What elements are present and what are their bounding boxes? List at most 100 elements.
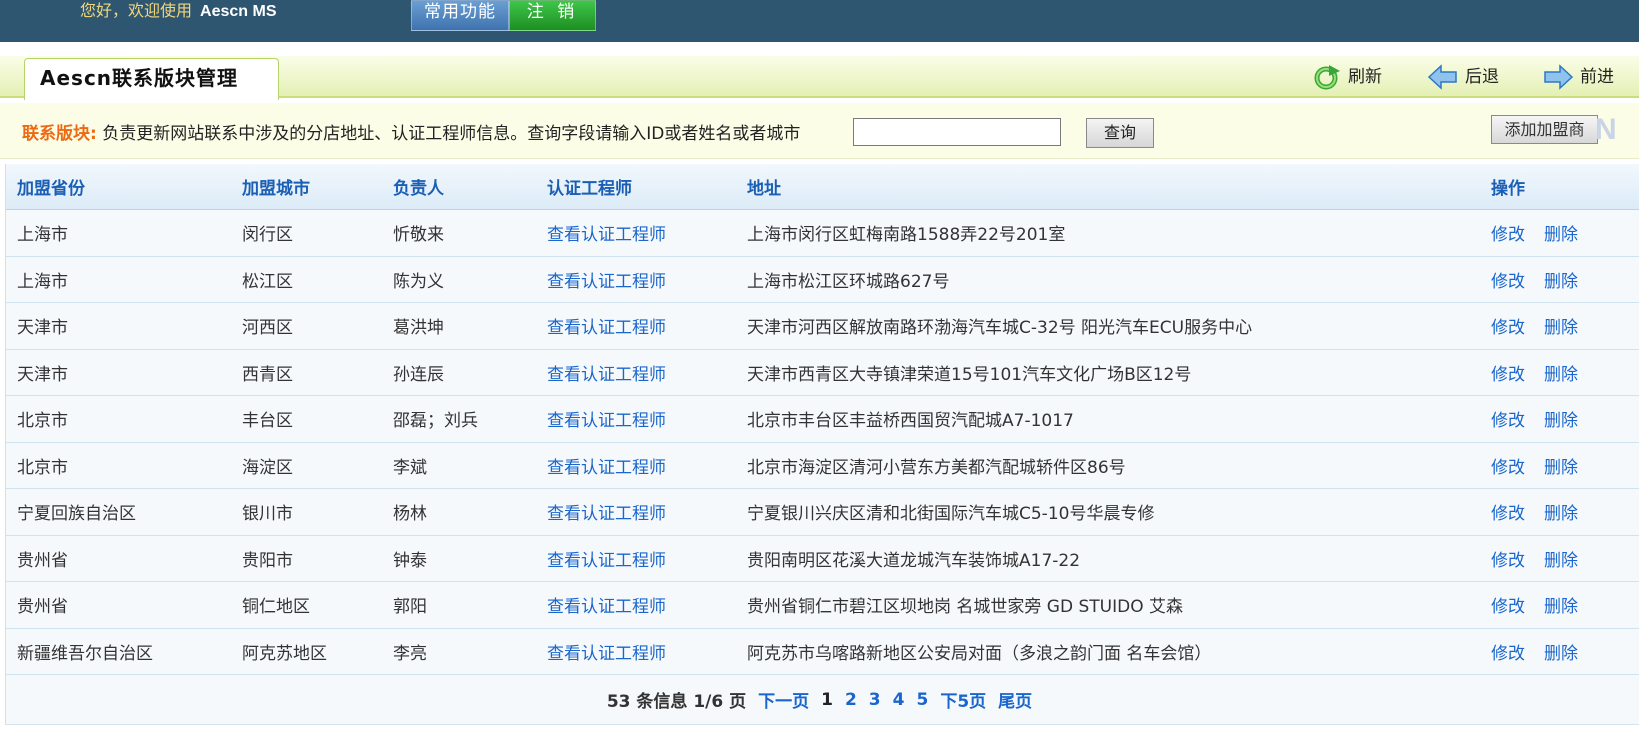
last-page-link[interactable]: 尾页 bbox=[998, 687, 1032, 712]
column-header-manager: 负责人 bbox=[393, 179, 444, 199]
next-5-pages-link[interactable]: 下5页 bbox=[940, 687, 986, 712]
cell-manager: 陈为义 bbox=[393, 271, 444, 292]
delete-link[interactable]: 删除 bbox=[1544, 639, 1578, 664]
cell-province: 上海市 bbox=[17, 225, 68, 246]
delete-link[interactable]: 删除 bbox=[1544, 453, 1578, 478]
row-actions: 修改 删除 bbox=[1491, 350, 1578, 396]
delete-link[interactable]: 删除 bbox=[1544, 220, 1578, 245]
cell-address: 阿克苏市乌喀路新地区公安局对面（多浪之韵门面 名车会馆） bbox=[747, 643, 1212, 664]
table-row: 天津市 西青区 孙连辰 查看认证工程师 天津市西青区大寺镇津荣道15号101汽车文化广场… bbox=[6, 349, 1639, 396]
view-engineer-link[interactable]: 查看认证工程师 bbox=[547, 582, 666, 628]
app-name: Aescn MS bbox=[200, 3, 277, 20]
cell-manager: 郭阳 bbox=[393, 597, 427, 618]
cell-address: 北京市丰台区丰益桥西国贸汽配城A7-1017 bbox=[747, 411, 1074, 432]
cell-province: 天津市 bbox=[17, 318, 68, 339]
edit-link[interactable]: 修改 bbox=[1491, 313, 1525, 338]
cell-province: 北京市 bbox=[17, 411, 68, 432]
title-bar: Aescn联系版块管理 刷新 后退 前进 bbox=[0, 56, 1639, 100]
cell-province: 新疆维吾尔自治区 bbox=[17, 643, 153, 664]
cell-address: 贵阳南明区花溪大道龙城汽车装饰城A17-22 bbox=[747, 550, 1081, 571]
table-header-row: 加盟省份 加盟城市 负责人 认证工程师 地址 操作 bbox=[6, 164, 1639, 210]
column-header-address: 地址 bbox=[747, 179, 781, 199]
back-button[interactable]: 后退 bbox=[1428, 64, 1499, 90]
delete-link[interactable]: 删除 bbox=[1544, 592, 1578, 617]
search-input[interactable] bbox=[853, 118, 1061, 146]
cell-address: 宁夏银川兴庆区清和北街国际汽车城C5-10号华晨专修 bbox=[747, 504, 1155, 525]
cell-province: 上海市 bbox=[17, 271, 68, 292]
page-4-link[interactable]: 4 bbox=[893, 690, 905, 710]
edit-link[interactable]: 修改 bbox=[1491, 499, 1525, 524]
add-franchisee-button[interactable]: 添加加盟商 bbox=[1491, 115, 1598, 144]
welcome-label: 您好，欢迎使用 bbox=[80, 1, 193, 20]
delete-link[interactable]: 删除 bbox=[1544, 499, 1578, 524]
refresh-label: 刷新 bbox=[1348, 67, 1382, 87]
page-2-link[interactable]: 2 bbox=[845, 690, 857, 710]
record-count-info: 53 条信息 1/6 页 bbox=[606, 692, 747, 712]
refresh-icon bbox=[1313, 64, 1341, 90]
cell-province: 贵州省 bbox=[17, 597, 68, 618]
edit-link[interactable]: 修改 bbox=[1491, 592, 1525, 617]
cell-address: 北京市海淀区清河小营东方美都汽配城轿件区86号 bbox=[747, 457, 1126, 478]
delete-link[interactable]: 删除 bbox=[1544, 360, 1578, 385]
cell-city: 贵阳市 bbox=[242, 550, 293, 571]
edit-link[interactable]: 修改 bbox=[1491, 406, 1525, 431]
cell-province: 贵州省 bbox=[17, 550, 68, 571]
back-label: 后退 bbox=[1465, 67, 1499, 87]
table-row: 新疆维吾尔自治区 阿克苏地区 李亮 查看认证工程师 阿克苏市乌喀路新地区公安局对面（多浪… bbox=[6, 628, 1639, 675]
delete-link[interactable]: 删除 bbox=[1544, 313, 1578, 338]
table-row: 贵州省 贵阳市 钟泰 查看认证工程师 贵阳南明区花溪大道龙城汽车装饰城A17-22 修改删… bbox=[6, 535, 1639, 582]
edit-link[interactable]: 修改 bbox=[1491, 639, 1525, 664]
cell-manager: 钟泰 bbox=[393, 550, 427, 571]
edit-link[interactable]: 修改 bbox=[1491, 220, 1525, 245]
forward-button[interactable]: 前进 bbox=[1543, 64, 1614, 90]
common-functions-button[interactable]: 常用功能 bbox=[411, 0, 509, 31]
row-actions: 修改 删除 bbox=[1491, 443, 1578, 489]
welcome-text: 您好，欢迎使用 Aescn MS bbox=[80, 0, 276, 21]
cell-manager: 邵磊；刘兵 bbox=[393, 411, 478, 432]
view-engineer-link[interactable]: 查看认证工程师 bbox=[547, 396, 666, 442]
row-actions: 修改 删除 bbox=[1491, 629, 1578, 675]
forward-arrow-icon bbox=[1543, 64, 1573, 90]
view-engineer-link[interactable]: 查看认证工程师 bbox=[547, 536, 666, 582]
column-header-province: 加盟省份 bbox=[17, 179, 85, 199]
table-row: 上海市 松江区 陈为义 查看认证工程师 上海市松江区环城路627号 修改 删除 bbox=[6, 256, 1639, 303]
search-hint-text: 负责更新网站联系中涉及的分店地址、认证工程师信息。查询字段请输入ID或者姓名或者… bbox=[102, 124, 801, 144]
page-title-tab[interactable]: Aescn联系版块管理 bbox=[24, 58, 279, 100]
logout-button[interactable]: 注 销 bbox=[509, 0, 596, 31]
view-engineer-link[interactable]: 查看认证工程师 bbox=[547, 257, 666, 303]
cell-manager: 杨林 bbox=[393, 504, 427, 525]
row-actions: 修改 删除 bbox=[1491, 396, 1578, 442]
refresh-button[interactable]: 刷新 bbox=[1313, 64, 1382, 90]
delete-link[interactable]: 删除 bbox=[1544, 406, 1578, 431]
column-header-engineer: 认证工程师 bbox=[547, 179, 632, 199]
table-row: 天津市 河西区 葛洪坤 查看认证工程师 天津市河西区解放南路环渤海汽车城C-32号 阳光… bbox=[6, 303, 1639, 350]
view-engineer-link[interactable]: 查看认证工程师 bbox=[547, 489, 666, 535]
edit-link[interactable]: 修改 bbox=[1491, 267, 1525, 292]
edit-link[interactable]: 修改 bbox=[1491, 546, 1525, 571]
delete-link[interactable]: 删除 bbox=[1544, 267, 1578, 292]
edit-link[interactable]: 修改 bbox=[1491, 453, 1525, 478]
page-3-link[interactable]: 3 bbox=[869, 690, 881, 710]
decorative-n-glyph: N bbox=[1595, 113, 1617, 146]
view-engineer-link[interactable]: 查看认证工程师 bbox=[547, 629, 666, 675]
cell-address: 上海市松江区环城路627号 bbox=[747, 271, 950, 292]
cell-manager: 忻敬来 bbox=[393, 225, 444, 246]
view-engineer-link[interactable]: 查看认证工程师 bbox=[547, 443, 666, 489]
pagination: 53 条信息 1/6 页 下一页 1 2 3 4 5 下5页 尾页 bbox=[6, 675, 1639, 724]
cell-manager: 孙连辰 bbox=[393, 364, 444, 385]
cell-city: 银川市 bbox=[242, 504, 293, 525]
cell-address: 上海市闵行区虹梅南路1588弄22号201室 bbox=[747, 225, 1066, 246]
search-description: 联系版块: 负责更新网站联系中涉及的分店地址、认证工程师信息。查询字段请输入ID… bbox=[22, 119, 800, 144]
cell-city: 丰台区 bbox=[242, 411, 293, 432]
page-5-link[interactable]: 5 bbox=[916, 690, 928, 710]
view-engineer-link[interactable]: 查看认证工程师 bbox=[547, 303, 666, 349]
delete-link[interactable]: 删除 bbox=[1544, 546, 1578, 571]
view-engineer-link[interactable]: 查看认证工程师 bbox=[547, 350, 666, 396]
cell-city: 海淀区 bbox=[242, 457, 293, 478]
view-engineer-link[interactable]: 查看认证工程师 bbox=[547, 210, 666, 256]
next-page-link[interactable]: 下一页 bbox=[758, 687, 809, 712]
query-button[interactable]: 查询 bbox=[1086, 118, 1154, 148]
cell-province: 宁夏回族自治区 bbox=[17, 504, 136, 525]
edit-link[interactable]: 修改 bbox=[1491, 360, 1525, 385]
page-1-current: 1 bbox=[821, 689, 833, 710]
